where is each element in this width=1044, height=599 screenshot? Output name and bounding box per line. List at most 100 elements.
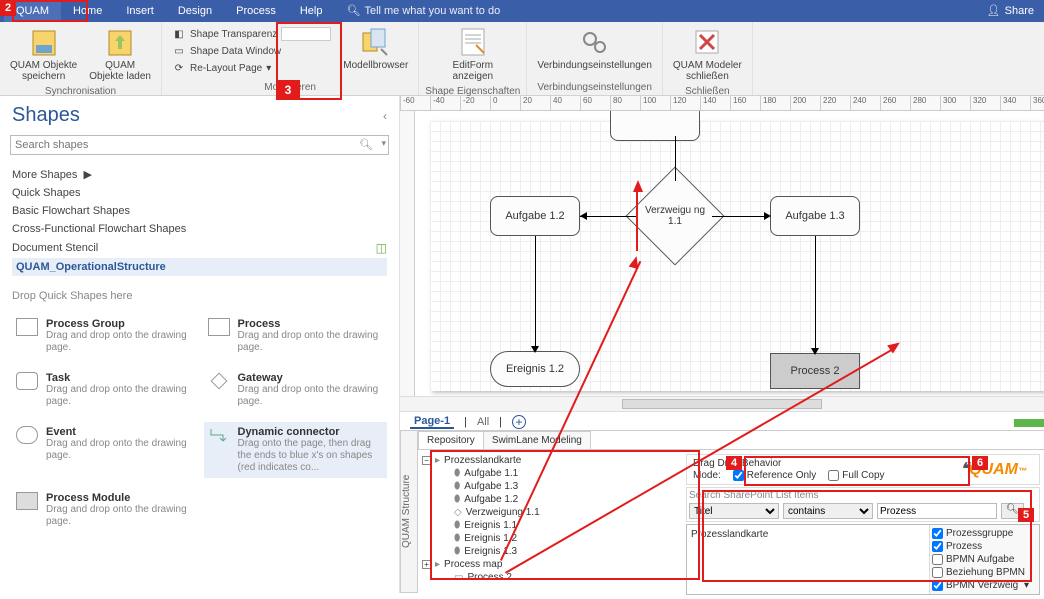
filter-cb[interactable] <box>932 567 943 578</box>
arrow-icon <box>580 212 587 220</box>
shape-gateway[interactable]: GatewayDrag and drop onto the drawing pa… <box>204 368 388 412</box>
subtab-swimlane[interactable]: SwimLane Modeling <box>483 431 591 449</box>
modellbrowser-button[interactable]: Modellbrowser <box>339 24 412 73</box>
relayout-page-button[interactable]: ⟳ Re-Layout Page ▾ <box>170 60 333 76</box>
add-page-button[interactable]: + <box>512 415 526 429</box>
shapes-search-input[interactable] <box>10 135 389 155</box>
canvas[interactable]: Verzweigu ng 1.1 Aufgabe 1.2 Aufgabe 1.3… <box>400 111 1044 396</box>
folder-icon: ▸ <box>435 559 440 570</box>
scrollbar-horizontal[interactable] <box>400 396 1044 411</box>
load-label: QUAM Objekte laden <box>89 60 151 82</box>
item-icon: ◇ <box>454 507 462 518</box>
node-process-2[interactable]: Process 2 <box>770 353 860 389</box>
shape-process-module[interactable]: Process ModuleDrag and drop onto the dra… <box>12 488 196 532</box>
shape-transparenz-button[interactable]: ◧ Shape Transparenz <box>170 26 333 42</box>
load-icon <box>104 26 136 58</box>
save-label: QUAM Objekte speichern <box>10 60 77 82</box>
task-icon <box>16 372 38 390</box>
editform-button[interactable]: EditForm anzeigen <box>446 24 500 84</box>
share-button[interactable]: 👤︎ Share <box>987 0 1034 22</box>
search-results[interactable]: Prozesslandkarte <box>687 525 929 594</box>
relayout-label: Re-Layout Page <box>190 63 262 74</box>
ribbon-tab-design[interactable]: Design <box>166 0 224 22</box>
quam-objects-save-button[interactable]: QUAM Objekte speichern <box>6 24 81 84</box>
full-copy-checkbox[interactable]: Full Copy <box>828 470 884 481</box>
filter-cb[interactable] <box>932 554 943 565</box>
quick-shapes-row[interactable]: Quick Shapes <box>12 184 387 202</box>
expander-icon[interactable]: − <box>422 456 431 465</box>
item-icon: ⬮ <box>454 481 460 492</box>
quam-objects-load-button[interactable]: QUAM Objekte laden <box>85 24 155 84</box>
shape-event[interactable]: EventDrag and drop onto the drawing page… <box>12 422 196 478</box>
dragdrop-mode-label: Mode: <box>693 470 721 481</box>
connector <box>675 136 676 181</box>
page-tab-1[interactable]: Page-1 <box>410 415 454 429</box>
filter-list[interactable]: Prozessgruppe Prozess BPMN Aufgabe Bezie… <box>929 525 1039 594</box>
drawing-page[interactable]: Verzweigu ng 1.1 Aufgabe 1.2 Aufgabe 1.3… <box>430 121 1044 391</box>
collapse-icon[interactable]: ‹ <box>383 109 387 123</box>
node-gateway[interactable]: Verzweigu ng 1.1 <box>640 181 710 251</box>
ribbon-tab-home[interactable]: Home <box>61 0 114 22</box>
search-dropdown-icon[interactable]: ▾ <box>381 138 386 149</box>
modellbrowser-label: Modellbrowser <box>343 60 408 71</box>
data-window-icon: ▭ <box>172 44 186 58</box>
relayout-icon: ⟳ <box>172 61 186 75</box>
search-op-select[interactable]: contains <box>783 503 873 519</box>
shape-process[interactable]: ProcessDrag and drop onto the drawing pa… <box>204 314 388 358</box>
tell-me-search[interactable]: 🔍︎ Tell me what you want to do <box>334 0 512 22</box>
quam-opstructure-row[interactable]: QUAM_OperationalStructure <box>12 258 387 276</box>
item-icon: ⬮ <box>454 546 460 557</box>
dropdown-icon: ▾ <box>266 63 271 74</box>
folder-icon: ▸ <box>435 455 440 466</box>
close-label: QUAM Modeler schließen <box>673 60 742 82</box>
editform-label: EditForm anzeigen <box>453 60 494 82</box>
process-icon <box>208 318 230 336</box>
ribbon-tab-process[interactable]: Process <box>224 0 288 22</box>
transparenz-input[interactable] <box>281 27 331 41</box>
shape-process-group[interactable]: Process GroupDrag and drop onto the draw… <box>12 314 196 358</box>
filter-cb[interactable] <box>932 528 943 539</box>
ribbon-tab-insert[interactable]: Insert <box>114 0 166 22</box>
tab-divider: | <box>464 416 467 428</box>
search-go-icon[interactable]: 🔍︎ <box>1001 503 1024 519</box>
modellbrowser-icon <box>360 26 392 58</box>
page-tab-all[interactable]: All <box>477 416 489 428</box>
filter-cb[interactable] <box>932 580 943 591</box>
verbindung-label: Verbindungseinstellungen <box>537 60 652 71</box>
node-task-1-2[interactable]: Aufgabe 1.2 <box>490 196 580 236</box>
quam-structure-tab[interactable]: QUAM Structure <box>400 430 418 593</box>
ribbon-tab-help[interactable]: Help <box>288 0 335 22</box>
gateway-icon <box>208 372 230 390</box>
share-icon: 👤︎ <box>987 0 1001 22</box>
basic-flowchart-row[interactable]: Basic Flowchart Shapes <box>12 202 387 220</box>
shape-data-window-button[interactable]: ▭ Shape Data Window <box>170 43 333 59</box>
reference-only-checkbox[interactable]: Reference Only <box>733 470 816 481</box>
item-icon: ⬮ <box>454 520 460 531</box>
cross-functional-row[interactable]: Cross-Functional Flowchart Shapes <box>12 220 387 238</box>
data-window-label: Shape Data Window <box>190 46 281 57</box>
search-value-input[interactable] <box>877 503 997 519</box>
save-icon <box>28 26 60 58</box>
node-task-1-3[interactable]: Aufgabe 1.3 <box>770 196 860 236</box>
search-icon[interactable]: 🔍︎ <box>359 138 373 151</box>
repository-tree[interactable]: −▸Prozesslandkarte ⬮Aufgabe 1.1 ⬮Aufgabe… <box>422 454 682 595</box>
more-shapes-row[interactable]: More Shapes ▶ <box>12 165 387 184</box>
filter-cb[interactable] <box>932 541 943 552</box>
node-event-1-2[interactable]: Ereignis 1.2 <box>490 351 580 387</box>
verbindung-button[interactable]: Verbindungseinstellungen <box>533 24 656 73</box>
expander-icon[interactable]: + <box>422 560 431 569</box>
node-top-stub[interactable] <box>610 111 700 141</box>
close-modeler-button[interactable]: QUAM Modeler schließen <box>669 24 746 84</box>
subtab-repository[interactable]: Repository <box>418 431 484 449</box>
shape-task[interactable]: TaskDrag and drop onto the drawing page. <box>12 368 196 412</box>
transparenz-label: Shape Transparenz <box>190 29 277 40</box>
quam-logo: ❝QUAM™ <box>961 459 1028 479</box>
tab-divider: | <box>499 416 502 428</box>
search-field-select[interactable]: Titel <box>689 503 779 519</box>
search-icon: 🔍︎ <box>346 0 360 22</box>
shape-dynamic-connector[interactable]: Dynamic connectorDrag onto the page, the… <box>204 422 388 478</box>
close-icon <box>691 26 723 58</box>
arrow-icon <box>764 212 771 220</box>
document-stencil-row[interactable]: Document Stencil ◫ <box>12 238 387 258</box>
ribbon-tab-quam[interactable]: QUAM <box>4 0 61 22</box>
